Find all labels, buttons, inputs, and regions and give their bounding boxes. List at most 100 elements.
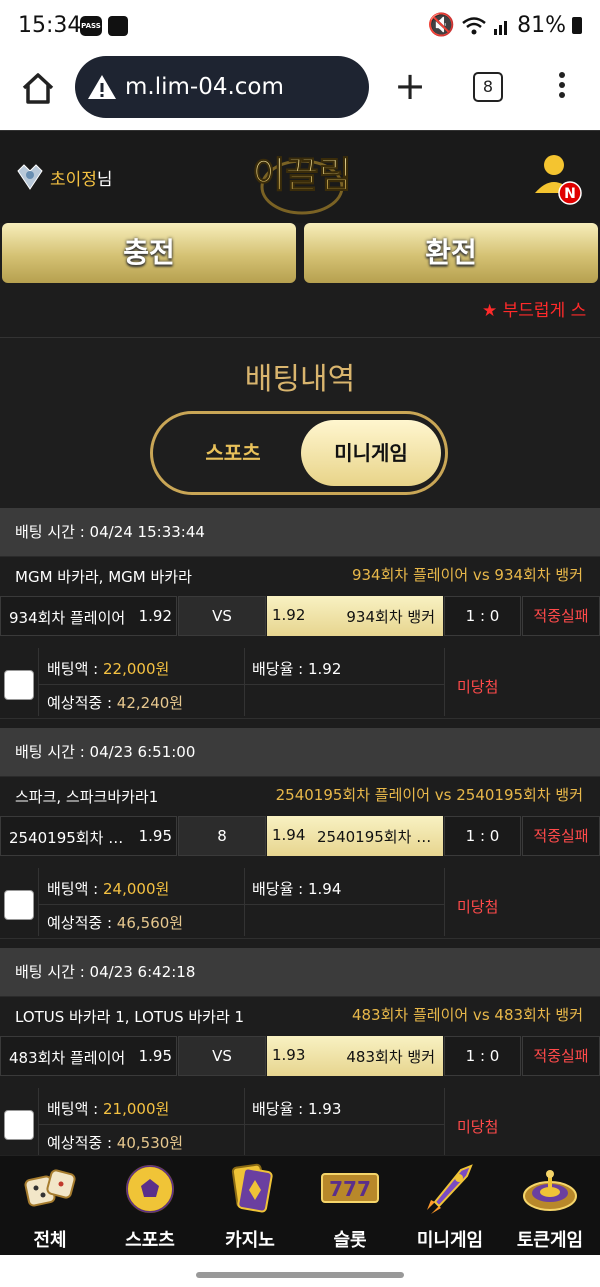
- roulette-icon: [523, 1170, 577, 1211]
- left-pick-odds: 1.92: [138, 607, 172, 625]
- nav-token-game[interactable]: 토큰게임: [500, 1162, 600, 1254]
- address-bar[interactable]: m.lim-04.com: [75, 56, 369, 118]
- mute-icon: 🔇: [427, 13, 456, 38]
- expected-win: 42,240원: [116, 694, 184, 712]
- nav-label: 토큰게임: [516, 1230, 584, 1251]
- nav-sports[interactable]: 스포츠: [100, 1162, 200, 1254]
- soccer-ball-icon: [126, 1165, 174, 1213]
- home-indicator[interactable]: [196, 1272, 404, 1278]
- rocket-icon: [427, 1164, 473, 1214]
- odds-label: 배당율 :: [252, 1100, 308, 1118]
- warning-icon[interactable]: [87, 73, 117, 101]
- home-icon[interactable]: [20, 70, 56, 106]
- url-text[interactable]: m.lim-04.com: [125, 74, 284, 100]
- more-menu-icon[interactable]: [548, 72, 576, 102]
- select-checkbox[interactable]: [4, 890, 34, 920]
- left-pick-name: 2540195회차 플레이어: [9, 829, 133, 847]
- odds-info: 배당율 : 1.93: [244, 1088, 445, 1155]
- notification-badge: N: [564, 186, 576, 202]
- amount-info: 배팅액 : 22,000원 예상적중 : 42,240원: [38, 648, 245, 716]
- tab-switcher-button[interactable]: 8: [473, 72, 503, 102]
- right-pick: 1.94 2540195회차 뱅커: [267, 816, 443, 856]
- wifi-icon: [462, 16, 486, 34]
- nav-label: 전체: [33, 1230, 67, 1251]
- left-pick: 483회차 플레이어 1.95: [0, 1036, 177, 1076]
- profile-button[interactable]: N: [530, 151, 584, 207]
- right-pick: 1.93 483회차 뱅커: [267, 1036, 443, 1076]
- status-indicators: 🔇 81%: [428, 13, 582, 38]
- matchup: 483회차 플레이어 vs 483회차 뱅커: [351, 1006, 583, 1024]
- battery-percent: 81%: [517, 13, 566, 38]
- nav-label: 카지노: [225, 1230, 275, 1251]
- odds-value: 1.94: [308, 880, 342, 898]
- image-notification-icon: [108, 16, 128, 36]
- matchup: 2540195회차 플레이어 vs 2540195회차 뱅커: [275, 786, 583, 804]
- username-suffix: 님: [96, 169, 113, 190]
- nav-casino[interactable]: 카지노: [200, 1162, 300, 1254]
- nav-slot[interactable]: 777 슬롯: [300, 1162, 400, 1254]
- left-pick-name: 934회차 플레이어: [9, 609, 126, 627]
- bet-amount-label: 배팅액 :: [47, 660, 103, 678]
- right-pick-odds: 1.92: [272, 606, 306, 624]
- odds-info: 배당율 : 1.92: [244, 648, 445, 716]
- middle-pick: VS: [178, 596, 266, 636]
- user-info[interactable]: 초이정님: [14, 161, 113, 193]
- nav-label: 스포츠: [125, 1230, 175, 1251]
- bet-amount-label: 배팅액 :: [47, 1100, 103, 1118]
- signal-icon: [494, 20, 508, 35]
- nav-all[interactable]: 전체: [0, 1162, 100, 1254]
- expected-win-label: 예상적중 :: [47, 1134, 117, 1152]
- nav-label: 미니게임: [416, 1230, 484, 1251]
- result: 적중실패: [522, 596, 600, 636]
- dice-icon: [24, 1169, 76, 1207]
- game-name: MGM 바카라, MGM 바카라: [15, 568, 192, 586]
- new-tab-icon[interactable]: +: [392, 64, 428, 110]
- left-pick: 2540195회차 플레이어 1.95: [0, 816, 177, 856]
- odds-value: 1.92: [308, 660, 342, 678]
- odds-label: 배당율 :: [252, 880, 308, 898]
- bet-time: 배팅 시간 : 04/24 15:33:44: [0, 508, 600, 557]
- status-time: 15:34: [18, 13, 82, 38]
- score: 1 : 0: [444, 816, 521, 856]
- deposit-button[interactable]: 충전: [2, 223, 296, 283]
- username: 초이정: [50, 169, 97, 190]
- bet-time: 배팅 시간 : 04/23 6:42:18: [0, 948, 600, 997]
- result: 적중실패: [522, 816, 600, 856]
- site-header: 초이정님 이끌림 N: [0, 130, 600, 223]
- score: 1 : 0: [444, 1036, 521, 1076]
- page-title: 배팅내역: [244, 362, 356, 397]
- withdraw-button[interactable]: 환전: [304, 223, 598, 283]
- select-checkbox[interactable]: [4, 1110, 34, 1140]
- slot-777-text: 777: [329, 1177, 371, 1201]
- left-pick-name: 483회차 플레이어: [9, 1049, 126, 1067]
- win-status: 미당첨: [457, 898, 499, 916]
- win-status: 미당첨: [457, 1118, 499, 1136]
- cards-icon: [231, 1163, 273, 1213]
- bet-amount: 21,000원: [103, 1100, 170, 1118]
- page-header: 배팅내역 스포츠 미니게임: [0, 337, 600, 508]
- tab-sports[interactable]: 스포츠: [173, 414, 293, 492]
- nav-minigame[interactable]: 미니게임: [400, 1162, 500, 1254]
- logo-text: 이끌림: [252, 155, 351, 196]
- odds-info: 배당율 : 1.94: [244, 868, 445, 936]
- bet-entry: 배팅 시간 : 04/24 15:33:44 MGM 바카라, MGM 바카라 …: [0, 508, 600, 728]
- tab-minigame[interactable]: 미니게임: [301, 420, 441, 486]
- left-pick: 934회차 플레이어 1.92: [0, 596, 177, 636]
- right-pick-odds: 1.94: [272, 826, 306, 844]
- browser-toolbar: m.lim-04.com + 8: [0, 52, 600, 130]
- slot-777-icon: 777: [321, 1173, 379, 1203]
- bet-history-list: 배팅 시간 : 04/24 15:33:44 MGM 바카라, MGM 바카라 …: [0, 508, 600, 1155]
- left-pick-odds: 1.95: [138, 1047, 172, 1065]
- gesture-bar: [0, 1255, 600, 1287]
- select-checkbox[interactable]: [4, 670, 34, 700]
- expected-win-label: 예상적중 :: [47, 914, 117, 932]
- category-toggle: 스포츠 미니게임: [150, 411, 448, 495]
- nav-label: 슬롯: [333, 1230, 367, 1251]
- expected-win: 46,560원: [116, 914, 184, 932]
- site-logo[interactable]: 이끌림: [246, 139, 358, 219]
- status-bar: 15:34 PASS 🔇 81%: [0, 0, 600, 52]
- amount-info: 배팅액 : 24,000원 예상적중 : 46,560원: [38, 868, 245, 936]
- notice-marquee: ★ 부드럽게 스: [0, 292, 600, 326]
- matchup: 934회차 플레이어 vs 934회차 뱅커: [351, 566, 583, 584]
- level-badge-icon: [17, 164, 43, 190]
